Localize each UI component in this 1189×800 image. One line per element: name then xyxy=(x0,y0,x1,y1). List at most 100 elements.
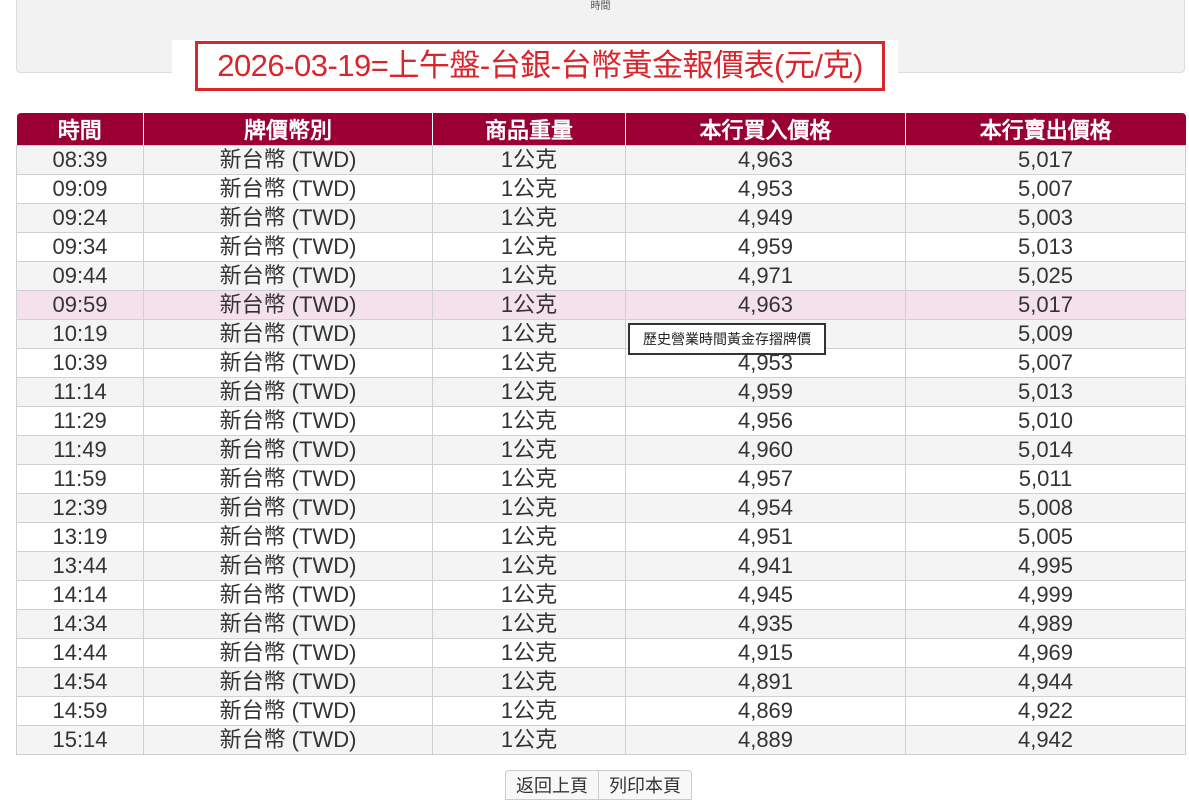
buy-price-cell: 4,963 xyxy=(625,145,906,175)
buy-price-cell: 4,951 xyxy=(625,522,906,552)
currency-cell: 新台幣 (TWD) xyxy=(143,522,433,552)
table-row: 09:09 新台幣 (TWD) 1公克 4,953 5,007 xyxy=(16,174,1186,204)
buy-price-cell: 4,954 xyxy=(625,493,906,523)
table-row: 14:14 新台幣 (TWD) 1公克 4,945 4,999 xyxy=(16,580,1186,610)
axis-label-time: 時間 xyxy=(590,1,611,12)
weight-cell: 1公克 xyxy=(432,203,626,233)
currency-cell: 新台幣 (TWD) xyxy=(143,435,433,465)
column-header: 商品重量 xyxy=(432,113,626,146)
sell-price-cell: 5,010 xyxy=(905,406,1186,436)
currency-cell: 新台幣 (TWD) xyxy=(143,493,433,523)
weight-cell: 1公克 xyxy=(432,377,626,407)
weight-cell: 1公克 xyxy=(432,522,626,552)
currency-cell: 新台幣 (TWD) xyxy=(143,580,433,610)
sell-price-cell: 5,008 xyxy=(905,493,1186,523)
table-row: 09:44 新台幣 (TWD) 1公克 4,971 5,025 xyxy=(16,261,1186,291)
time-cell: 14:59 xyxy=(16,696,144,726)
weight-cell: 1公克 xyxy=(432,348,626,378)
weight-cell: 1公克 xyxy=(432,435,626,465)
gold-price-table: 時間 牌價幣別 商品重量 本行買入價格 本行賣出價格 08:39 新台幣 (TWD) 1公克… xyxy=(16,113,1186,755)
time-cell: 10:19 xyxy=(16,319,144,349)
buy-price-cell: 4,915 xyxy=(625,638,906,668)
table-row: 10:19新台幣 (TWD)1公克4,9555,009 xyxy=(16,319,1186,349)
weight-cell: 1公克 xyxy=(432,696,626,726)
time-cell: 09:24 xyxy=(16,203,144,233)
table-row: 12:39 新台幣 (TWD) 1公克 4,954 5,008 xyxy=(16,493,1186,523)
time-cell: 10:39 xyxy=(16,348,144,378)
time-cell: 14:54 xyxy=(16,667,144,697)
buy-price-cell: 4,945 xyxy=(625,580,906,610)
weight-cell: 1公克 xyxy=(432,174,626,204)
table-row: 13:44 新台幣 (TWD) 1公克 4,941 4,995 xyxy=(16,551,1186,581)
sell-price-cell: 4,944 xyxy=(905,667,1186,697)
buy-price-cell: 4,891 xyxy=(625,667,906,697)
sell-price-cell: 5,005 xyxy=(905,522,1186,552)
column-header: 牌價幣別 xyxy=(143,113,433,146)
time-cell: 11:14 xyxy=(16,377,144,407)
buy-price-cell: 4,941 xyxy=(625,551,906,581)
table-row: 14:34 新台幣 (TWD) 1公克 4,935 4,989 xyxy=(16,609,1186,639)
weight-cell: 1公克 xyxy=(432,493,626,523)
time-cell: 15:14 xyxy=(16,725,144,755)
column-header: 本行買入價格 xyxy=(625,113,906,146)
sell-price-cell: 5,007 xyxy=(905,348,1186,378)
sell-price-cell: 5,011 xyxy=(905,464,1186,494)
buy-price-cell: 4,889 xyxy=(625,725,906,755)
weight-cell: 1公克 xyxy=(432,464,626,494)
weight-cell: 1公克 xyxy=(432,609,626,639)
buy-price-cell: 4,959 xyxy=(625,232,906,262)
print-button[interactable]: 列印本頁 xyxy=(599,770,692,800)
table-row: 13:19 新台幣 (TWD) 1公克 4,951 5,005 xyxy=(16,522,1186,552)
table-row: 08:39 新台幣 (TWD) 1公克 4,963 5,017 xyxy=(16,145,1186,175)
table-row: 11:49 新台幣 (TWD) 1公克 4,960 5,014 xyxy=(16,435,1186,465)
table-row: 09:34 新台幣 (TWD) 1公克 4,959 5,013 xyxy=(16,232,1186,262)
buy-price-cell: 4,971 xyxy=(625,261,906,291)
weight-cell: 1公克 xyxy=(432,232,626,262)
currency-cell: 新台幣 (TWD) xyxy=(143,348,433,378)
column-header: 本行賣出價格 xyxy=(905,113,1186,146)
sell-price-cell: 4,999 xyxy=(905,580,1186,610)
sell-price-cell: 5,017 xyxy=(905,290,1186,320)
sell-price-cell: 5,009 xyxy=(905,319,1186,349)
weight-cell: 1公克 xyxy=(432,580,626,610)
back-button[interactable]: 返回上頁 xyxy=(505,770,599,800)
sell-price-cell: 5,014 xyxy=(905,435,1186,465)
weight-cell: 1公克 xyxy=(432,319,626,349)
time-cell: 09:59 xyxy=(16,290,144,320)
time-cell: 14:44 xyxy=(16,638,144,668)
sell-price-cell: 4,969 xyxy=(905,638,1186,668)
weight-cell: 1公克 xyxy=(432,406,626,436)
table-row: 11:29 新台幣 (TWD) 1公克 4,956 5,010 xyxy=(16,406,1186,436)
buy-price-cell: 4,963 xyxy=(625,290,906,320)
currency-cell: 新台幣 (TWD) xyxy=(143,319,433,349)
table-row: 14:59 新台幣 (TWD) 1公克 4,869 4,922 xyxy=(16,696,1186,726)
table-row: 15:14 新台幣 (TWD) 1公克 4,889 4,942 xyxy=(16,725,1186,755)
time-cell: 13:19 xyxy=(16,522,144,552)
currency-cell: 新台幣 (TWD) xyxy=(143,609,433,639)
weight-cell: 1公克 xyxy=(432,145,626,175)
currency-cell: 新台幣 (TWD) xyxy=(143,725,433,755)
table-row: 11:14 新台幣 (TWD) 1公克 4,959 5,013 xyxy=(16,377,1186,407)
buy-price-cell: 4,957 xyxy=(625,464,906,494)
buy-price-cell: 4,869 xyxy=(625,696,906,726)
currency-cell: 新台幣 (TWD) xyxy=(143,203,433,233)
tooltip: 歷史營業時間黃金存摺牌價 xyxy=(628,323,826,355)
currency-cell: 新台幣 (TWD) xyxy=(143,261,433,291)
weight-cell: 1公克 xyxy=(432,290,626,320)
currency-cell: 新台幣 (TWD) xyxy=(143,174,433,204)
currency-cell: 新台幣 (TWD) xyxy=(143,696,433,726)
weight-cell: 1公克 xyxy=(432,667,626,697)
sell-price-cell: 5,013 xyxy=(905,377,1186,407)
time-cell: 09:44 xyxy=(16,261,144,291)
currency-cell: 新台幣 (TWD) xyxy=(143,232,433,262)
table-row: 09:24 新台幣 (TWD) 1公克 4,949 5,003 xyxy=(16,203,1186,233)
sell-price-cell: 5,007 xyxy=(905,174,1186,204)
time-cell: 09:34 xyxy=(16,232,144,262)
currency-cell: 新台幣 (TWD) xyxy=(143,406,433,436)
currency-cell: 新台幣 (TWD) xyxy=(143,638,433,668)
sell-price-cell: 5,013 xyxy=(905,232,1186,262)
sell-price-cell: 5,017 xyxy=(905,145,1186,175)
buy-price-cell: 4,959 xyxy=(625,377,906,407)
weight-cell: 1公克 xyxy=(432,725,626,755)
sell-price-cell: 4,995 xyxy=(905,551,1186,581)
